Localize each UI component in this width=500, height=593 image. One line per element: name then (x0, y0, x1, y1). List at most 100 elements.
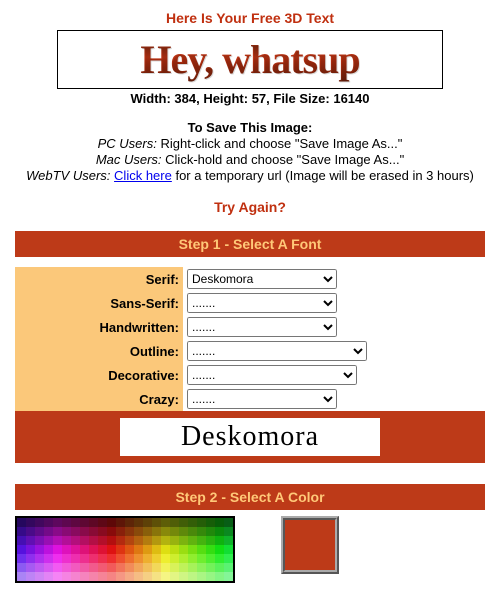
palette-cell[interactable] (44, 527, 53, 536)
palette-cell[interactable] (89, 518, 98, 527)
palette-cell[interactable] (215, 572, 224, 581)
palette-cell[interactable] (134, 554, 143, 563)
palette-cell[interactable] (35, 527, 44, 536)
palette-cell[interactable] (17, 554, 26, 563)
palette-cell[interactable] (197, 563, 206, 572)
palette-cell[interactable] (62, 545, 71, 554)
palette-cell[interactable] (179, 518, 188, 527)
font-select-serif[interactable]: Deskomora (187, 269, 337, 289)
palette-cell[interactable] (197, 545, 206, 554)
palette-cell[interactable] (71, 572, 80, 581)
palette-cell[interactable] (161, 545, 170, 554)
palette-cell[interactable] (143, 536, 152, 545)
palette-cell[interactable] (62, 518, 71, 527)
palette-cell[interactable] (161, 554, 170, 563)
palette-cell[interactable] (80, 572, 89, 581)
palette-cell[interactable] (116, 518, 125, 527)
palette-cell[interactable] (215, 563, 224, 572)
palette-cell[interactable] (35, 518, 44, 527)
palette-cell[interactable] (17, 572, 26, 581)
palette-cell[interactable] (116, 527, 125, 536)
webtv-link[interactable]: Click here (114, 168, 172, 183)
palette-cell[interactable] (53, 563, 62, 572)
palette-cell[interactable] (35, 572, 44, 581)
palette-cell[interactable] (152, 536, 161, 545)
palette-cell[interactable] (224, 518, 233, 527)
palette-cell[interactable] (98, 518, 107, 527)
palette-cell[interactable] (98, 545, 107, 554)
palette-cell[interactable] (224, 563, 233, 572)
palette-cell[interactable] (197, 536, 206, 545)
palette-cell[interactable] (26, 545, 35, 554)
palette-cell[interactable] (197, 518, 206, 527)
palette-cell[interactable] (35, 545, 44, 554)
palette-cell[interactable] (206, 554, 215, 563)
palette-cell[interactable] (170, 572, 179, 581)
palette-cell[interactable] (170, 518, 179, 527)
palette-cell[interactable] (188, 545, 197, 554)
palette-cell[interactable] (134, 536, 143, 545)
palette-cell[interactable] (80, 518, 89, 527)
palette-cell[interactable] (224, 536, 233, 545)
palette-cell[interactable] (107, 563, 116, 572)
palette-cell[interactable] (44, 536, 53, 545)
font-select-sans[interactable]: ....... (187, 293, 337, 313)
palette-cell[interactable] (107, 518, 116, 527)
palette-cell[interactable] (17, 518, 26, 527)
palette-cell[interactable] (71, 554, 80, 563)
palette-cell[interactable] (215, 554, 224, 563)
palette-cell[interactable] (215, 527, 224, 536)
palette-cell[interactable] (125, 563, 134, 572)
palette-cell[interactable] (143, 527, 152, 536)
palette-cell[interactable] (89, 563, 98, 572)
palette-cell[interactable] (125, 545, 134, 554)
palette-cell[interactable] (17, 527, 26, 536)
palette-cell[interactable] (188, 572, 197, 581)
palette-cell[interactable] (179, 572, 188, 581)
palette-cell[interactable] (179, 554, 188, 563)
palette-cell[interactable] (134, 518, 143, 527)
font-select-outline[interactable]: ....... (187, 341, 367, 361)
palette-cell[interactable] (179, 563, 188, 572)
palette-cell[interactable] (71, 536, 80, 545)
palette-cell[interactable] (206, 545, 215, 554)
palette-cell[interactable] (125, 554, 134, 563)
palette-cell[interactable] (80, 554, 89, 563)
palette-cell[interactable] (17, 545, 26, 554)
palette-cell[interactable] (215, 536, 224, 545)
font-select-crazy[interactable]: ....... (187, 389, 337, 409)
palette-cell[interactable] (125, 536, 134, 545)
palette-cell[interactable] (179, 536, 188, 545)
palette-cell[interactable] (26, 572, 35, 581)
palette-cell[interactable] (188, 518, 197, 527)
palette-cell[interactable] (116, 563, 125, 572)
palette-cell[interactable] (134, 545, 143, 554)
palette-cell[interactable] (98, 572, 107, 581)
palette-cell[interactable] (224, 545, 233, 554)
palette-cell[interactable] (80, 545, 89, 554)
palette-cell[interactable] (62, 563, 71, 572)
palette-cell[interactable] (62, 572, 71, 581)
palette-cell[interactable] (134, 563, 143, 572)
palette-cell[interactable] (107, 527, 116, 536)
palette-cell[interactable] (161, 518, 170, 527)
palette-cell[interactable] (98, 527, 107, 536)
palette-cell[interactable] (80, 527, 89, 536)
palette-cell[interactable] (197, 527, 206, 536)
palette-cell[interactable] (134, 572, 143, 581)
color-palette[interactable] (15, 516, 235, 583)
palette-cell[interactable] (206, 572, 215, 581)
palette-cell[interactable] (179, 545, 188, 554)
palette-cell[interactable] (206, 518, 215, 527)
palette-cell[interactable] (80, 563, 89, 572)
palette-cell[interactable] (53, 536, 62, 545)
palette-cell[interactable] (197, 554, 206, 563)
palette-cell[interactable] (17, 536, 26, 545)
palette-cell[interactable] (152, 563, 161, 572)
palette-cell[interactable] (26, 536, 35, 545)
palette-cell[interactable] (89, 536, 98, 545)
palette-cell[interactable] (188, 563, 197, 572)
try-again-link[interactable]: Try Again? (15, 199, 485, 215)
palette-cell[interactable] (98, 536, 107, 545)
palette-cell[interactable] (206, 563, 215, 572)
